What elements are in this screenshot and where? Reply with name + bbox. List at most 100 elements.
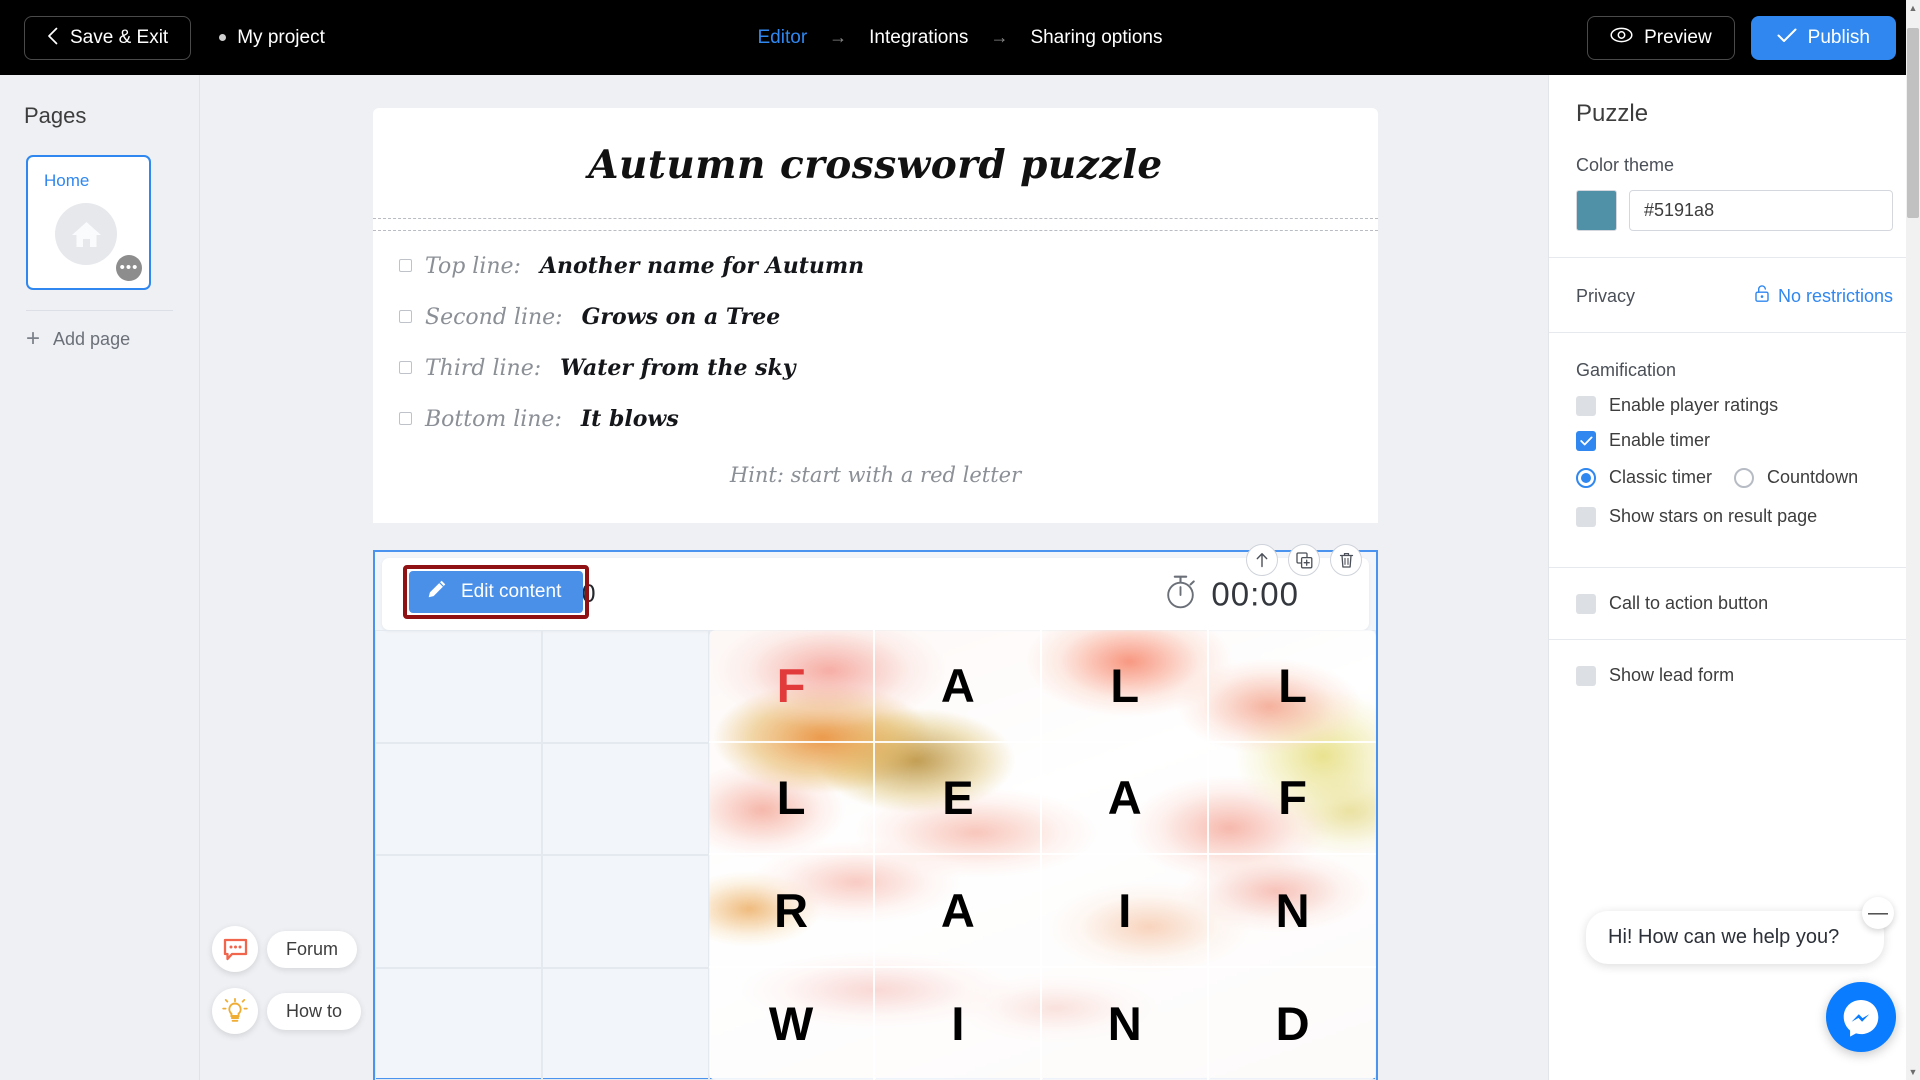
chevron-left-icon: [47, 27, 58, 49]
puzzle-tile[interactable]: D: [1209, 968, 1376, 1080]
chat-bubble-icon[interactable]: [212, 926, 258, 972]
grid-cell-empty[interactable]: [375, 742, 542, 855]
puzzle-tile[interactable]: E: [875, 742, 1043, 855]
clue-row[interactable]: Top line: Another name for Autumn: [373, 253, 1378, 279]
step-sharing-options[interactable]: Sharing options: [1016, 27, 1176, 49]
radio-selected-icon[interactable]: [1576, 467, 1596, 488]
preview-button[interactable]: Preview: [1587, 15, 1735, 60]
save-and-exit-button[interactable]: Save & Exit: [24, 15, 192, 60]
privacy-value-button[interactable]: No restrictions: [1755, 285, 1893, 307]
puzzle-tile[interactable]: L: [1209, 630, 1376, 743]
color-theme-row: [1576, 190, 1893, 235]
puzzle-tile[interactable]: I: [1042, 855, 1210, 968]
tile-letter: L: [1278, 658, 1307, 712]
puzzle-page: Autumn crossword puzzle Top line: Anothe…: [373, 108, 1378, 523]
clue-row[interactable]: Bottom line: It blows: [373, 406, 1378, 432]
panel-divider: [1549, 257, 1920, 258]
puzzle-tile[interactable]: F: [1209, 743, 1376, 855]
panel-divider: [1549, 567, 1920, 568]
radio-label: Countdown: [1767, 467, 1859, 487]
puzzle-grid[interactable]: F A L L L E A F R A I N W I N D: [375, 630, 1376, 1080]
messenger-icon[interactable]: [1826, 982, 1896, 1052]
lightbulb-icon[interactable]: [212, 988, 258, 1034]
step-editor[interactable]: Editor: [744, 27, 822, 49]
clue-row[interactable]: Second line: Grows on a Tree: [373, 304, 1378, 330]
pages-title: Pages: [24, 103, 87, 128]
edit-content-button[interactable]: Edit content: [409, 571, 584, 613]
stopwatch-icon: [1164, 574, 1197, 615]
scroll-up-icon[interactable]: ▲: [1906, 0, 1920, 16]
move-up-icon[interactable]: [1246, 544, 1278, 576]
grid-cell-empty[interactable]: [541, 855, 709, 968]
radio-countdown[interactable]: Countdown: [1734, 467, 1858, 488]
grid-cell-empty[interactable]: [375, 855, 542, 968]
clue-position: Second line:: [425, 305, 563, 330]
puzzle-tile[interactable]: A: [875, 630, 1043, 743]
puzzle-tile[interactable]: I: [875, 967, 1043, 1080]
puzzle-tile[interactable]: R: [708, 855, 876, 968]
page-card-home[interactable]: Home •••: [26, 155, 151, 290]
page-title[interactable]: Autumn crossword puzzle: [373, 108, 1378, 218]
scroll-down-icon[interactable]: ▼: [1906, 1064, 1920, 1080]
checkbox-icon[interactable]: [1576, 506, 1596, 527]
project-name-label: My project: [237, 26, 325, 48]
puzzle-image[interactable]: F A L L L E A F R A I N W I N D: [708, 630, 1376, 1080]
publish-button[interactable]: Publish: [1750, 15, 1896, 60]
option-call-to-action[interactable]: Call to action button: [1576, 593, 1893, 614]
option-enable-player-ratings[interactable]: Enable player ratings: [1576, 395, 1893, 416]
privacy-section: Privacy No restrictions: [1549, 285, 1920, 310]
puzzle-tile[interactable]: N: [1209, 855, 1376, 968]
option-label: Show lead form: [1609, 665, 1735, 685]
forum-label[interactable]: Forum: [267, 930, 358, 968]
block-toolbar: [1246, 544, 1362, 576]
project-name[interactable]: My project: [219, 27, 325, 49]
grid-cell-empty[interactable]: [375, 630, 542, 743]
checkbox-icon: [399, 259, 412, 272]
puzzle-block-selected[interactable]: Moves:0 00:00: [373, 544, 1378, 1080]
tile-letter: L: [776, 771, 806, 825]
tile-letter: E: [942, 771, 974, 825]
puzzle-tile[interactable]: L: [1042, 630, 1210, 743]
option-show-lead-form[interactable]: Show lead form: [1576, 665, 1893, 686]
gamification-label: Gamification: [1576, 360, 1677, 380]
grid-cell-empty[interactable]: [541, 630, 709, 743]
delete-icon[interactable]: [1330, 544, 1362, 576]
puzzle-tile[interactable]: A: [875, 855, 1043, 968]
page-menu-button[interactable]: •••: [116, 255, 142, 281]
add-page-button[interactable]: + Add page: [26, 327, 199, 351]
howto-widget[interactable]: How to: [212, 988, 362, 1034]
color-swatch[interactable]: [1576, 190, 1617, 231]
grid-cell-empty[interactable]: [541, 742, 709, 855]
grid-cell-empty[interactable]: [375, 967, 542, 1080]
radio-icon[interactable]: [1734, 467, 1755, 488]
radio-classic-timer[interactable]: Classic timer: [1576, 467, 1712, 488]
puzzle-tile[interactable]: W: [709, 967, 876, 1080]
option-show-stars[interactable]: Show stars on result page: [1576, 506, 1893, 527]
messenger-greeting-text: Hi! How can we help you?: [1608, 926, 1840, 948]
color-hex-input[interactable]: [1629, 190, 1893, 231]
forum-widget[interactable]: Forum: [212, 926, 361, 972]
step-breadcrumb: Editor → Integrations → Sharing options: [744, 27, 1177, 49]
duplicate-icon[interactable]: [1288, 544, 1320, 576]
checkbox-checked-icon[interactable]: [1576, 430, 1596, 451]
puzzle-tile[interactable]: N: [1042, 967, 1210, 1080]
scrollbar-thumb[interactable]: [1907, 28, 1919, 218]
checkbox-icon[interactable]: [1576, 395, 1596, 416]
minimize-icon[interactable]: —: [1862, 897, 1894, 929]
checkbox-icon[interactable]: [1576, 665, 1596, 686]
option-enable-timer[interactable]: Enable timer: [1576, 430, 1893, 451]
messenger-greeting[interactable]: Hi! How can we help you? —: [1586, 897, 1894, 964]
tile-letter: R: [774, 883, 809, 937]
puzzle-tile[interactable]: L: [708, 742, 876, 855]
grid-cell-empty[interactable]: [541, 967, 709, 1080]
checkbox-icon[interactable]: [1576, 593, 1596, 614]
puzzle-tile[interactable]: F: [708, 630, 876, 743]
option-label: Call to action button: [1609, 593, 1769, 613]
howto-label[interactable]: How to: [267, 992, 362, 1030]
page-scrollbar[interactable]: ▲ ▼: [1906, 0, 1920, 1080]
puzzle-tile[interactable]: A: [1042, 742, 1210, 855]
privacy-label: Privacy: [1576, 285, 1636, 306]
step-integrations[interactable]: Integrations: [855, 27, 982, 49]
top-bar-actions: Preview Publish: [1587, 15, 1896, 60]
clue-row[interactable]: Third line: Water from the sky: [373, 355, 1378, 381]
